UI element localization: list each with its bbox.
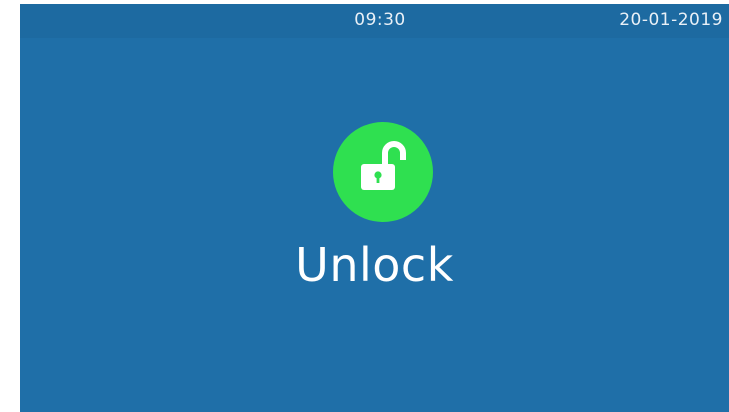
- unlocked-padlock-icon: [361, 141, 406, 190]
- status-date: 20-01-2019: [619, 10, 723, 30]
- status-time: 09:30: [354, 10, 406, 30]
- unlock-button[interactable]: [333, 122, 433, 222]
- unlock-label: Unlock: [295, 238, 454, 292]
- unlock-screen: 09:30 20-01-2019 Unlock: [20, 4, 729, 412]
- status-bar: 09:30 20-01-2019: [20, 4, 729, 38]
